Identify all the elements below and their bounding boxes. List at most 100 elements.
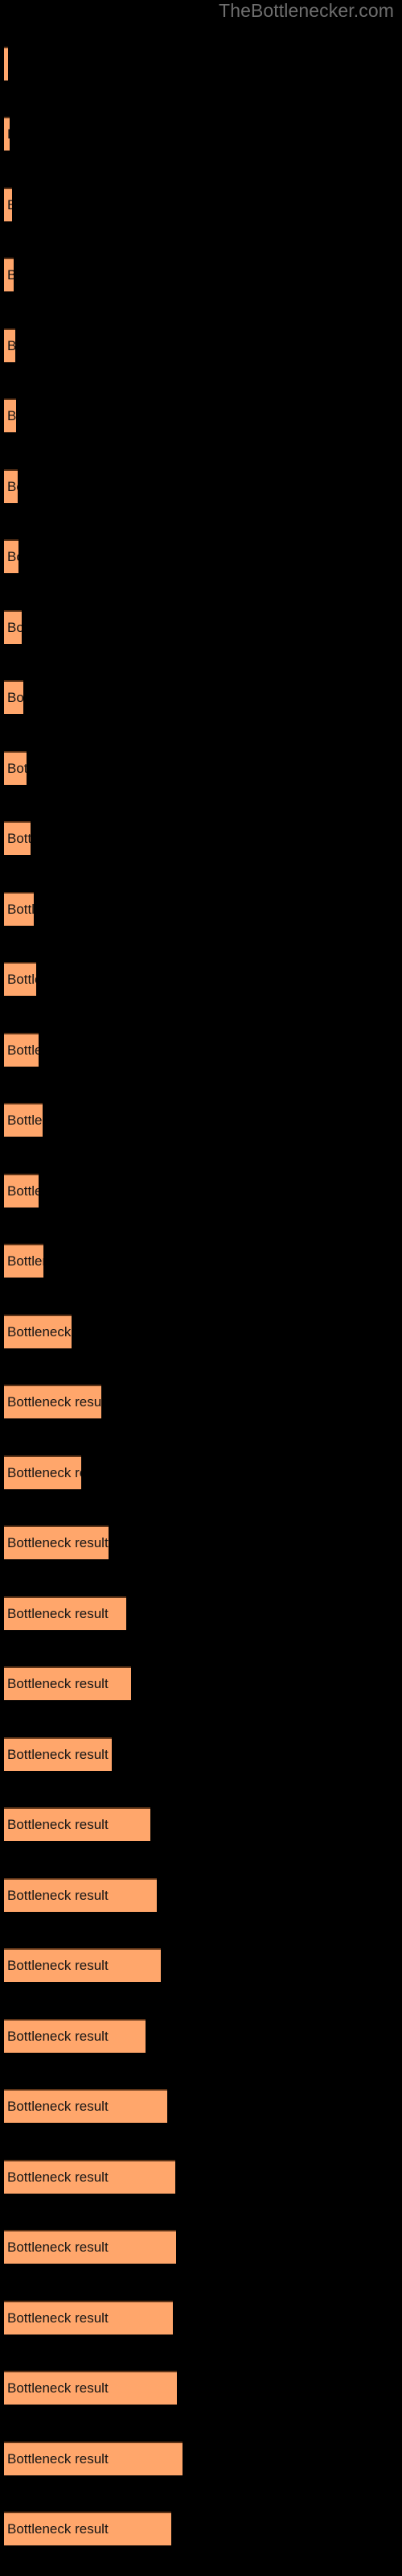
site-header: TheBottlenecker.com bbox=[0, 0, 402, 27]
bar[interactable]: Bottleneck result bbox=[4, 188, 12, 221]
bar-label: Bottleneck result bbox=[7, 2521, 109, 2537]
bar-label: Bottleneck result bbox=[7, 1747, 109, 1762]
page-root: TheBottlenecker.com Bottleneck resultBot… bbox=[0, 0, 402, 2576]
bar-row: Bottleneck result bbox=[0, 2442, 402, 2477]
bar-row: Bottleneck result bbox=[0, 117, 402, 152]
bar[interactable]: Bottleneck result bbox=[4, 539, 18, 573]
bar-label: Bottleneck result bbox=[7, 330, 15, 362]
bar-label: Bottleneck result bbox=[7, 189, 12, 221]
bar-row: Bottleneck result bbox=[0, 680, 402, 716]
bar-row: Bottleneck result bbox=[0, 1666, 402, 1702]
bar[interactable]: Bottleneck result bbox=[4, 1174, 39, 1208]
bar-row: Bottleneck result bbox=[0, 1737, 402, 1773]
bar[interactable]: Bottleneck result bbox=[4, 1948, 161, 1982]
bar-label: Bottleneck result bbox=[7, 549, 18, 564]
bar[interactable]: Bottleneck result bbox=[4, 1033, 39, 1067]
bar[interactable]: Bottleneck result bbox=[4, 328, 15, 362]
bar-label: Bottleneck result bbox=[7, 259, 14, 291]
bar[interactable]: Bottleneck result bbox=[4, 1103, 43, 1137]
bar-row: Bottleneck result bbox=[0, 1033, 402, 1068]
bar[interactable]: Bottleneck result bbox=[4, 1315, 72, 1348]
bar-row: Bottleneck result bbox=[0, 2230, 402, 2265]
bar[interactable]: Bottleneck result bbox=[4, 469, 18, 503]
bar[interactable]: Bottleneck result bbox=[4, 1455, 81, 1489]
bar-row: Bottleneck result bbox=[0, 962, 402, 997]
bar-label: Bottleneck result bbox=[7, 1606, 109, 1621]
bar[interactable]: Bottleneck result bbox=[4, 398, 16, 432]
bar[interactable]: Bottleneck result bbox=[4, 892, 34, 926]
bottleneck-results-bar-chart: Bottleneck result Bottleneck result Bottle… bbox=[0, 27, 402, 2576]
bar-label: Bottleneck result bbox=[7, 118, 10, 151]
bar[interactable]: Bottleneck result bbox=[4, 117, 10, 151]
bar-label: Bottleneck result bbox=[7, 831, 31, 846]
bar-row: Bottleneck result bbox=[0, 2301, 402, 2336]
bar-row: Bottleneck result bbox=[0, 2019, 402, 2054]
bar[interactable]: Bottleneck result bbox=[4, 2442, 183, 2475]
bar[interactable]: Bottleneck result bbox=[4, 1525, 109, 1559]
bar[interactable]: Bottleneck result bbox=[4, 962, 36, 996]
bar-row: Bottleneck result bbox=[0, 1174, 402, 1209]
bar-row: Bottleneck result bbox=[0, 610, 402, 646]
bar-row: Bottleneck result bbox=[0, 1525, 402, 1561]
bar[interactable]: Bottleneck result bbox=[4, 2160, 175, 2194]
bar[interactable]: Bottleneck result bbox=[4, 1878, 157, 1912]
bar[interactable]: Bottleneck result bbox=[4, 2301, 173, 2334]
bar-label: Bottleneck result bbox=[7, 48, 8, 80]
bar[interactable]: Bottleneck result bbox=[4, 821, 31, 855]
bar-label: Bottleneck result bbox=[7, 1183, 39, 1199]
bar-row: Bottleneck result bbox=[0, 1596, 402, 1632]
bar[interactable]: Bottleneck result bbox=[4, 1666, 131, 1700]
bar[interactable]: Bottleneck result bbox=[4, 2371, 177, 2405]
bar-label: Bottleneck result bbox=[7, 1113, 43, 1128]
bar-label: Bottleneck result bbox=[7, 1535, 109, 1550]
bar-label: Bottleneck result bbox=[7, 2169, 109, 2185]
bar-label: Bottleneck result bbox=[7, 2380, 109, 2396]
bar-label: Bottleneck result bbox=[7, 972, 36, 987]
bar-label: Bottleneck result bbox=[7, 620, 22, 635]
bar[interactable]: Bottleneck result bbox=[4, 751, 27, 785]
bar-row: Bottleneck result bbox=[0, 258, 402, 293]
bar-label: Bottleneck result bbox=[7, 1888, 109, 1903]
bar[interactable]: Bottleneck result bbox=[4, 1807, 150, 1841]
bar-row: Bottleneck result bbox=[0, 539, 402, 575]
bar-row: Bottleneck result bbox=[0, 1948, 402, 1984]
site-title: TheBottlenecker.com bbox=[219, 0, 394, 21]
bar-row: Bottleneck result bbox=[0, 1807, 402, 1843]
bar-label: Bottleneck result bbox=[7, 479, 18, 494]
bar[interactable]: Bottleneck result bbox=[4, 2512, 171, 2545]
bar[interactable]: Bottleneck result bbox=[4, 610, 22, 644]
bar-label: Bottleneck result bbox=[7, 761, 27, 776]
bar-label: Bottleneck result bbox=[7, 1958, 109, 1973]
bar-label: Bottleneck result bbox=[7, 902, 34, 917]
bar[interactable]: Bottleneck result bbox=[4, 2089, 167, 2123]
bar[interactable]: Bottleneck result bbox=[4, 680, 23, 714]
bar-row: Bottleneck result bbox=[0, 1103, 402, 1138]
bar-row: Bottleneck result bbox=[0, 1385, 402, 1420]
bar-label: Bottleneck result bbox=[7, 408, 16, 423]
bar-row: Bottleneck result bbox=[0, 2160, 402, 2195]
bar-label: Bottleneck result bbox=[7, 2310, 109, 2326]
bar-label: Bottleneck result bbox=[7, 1465, 81, 1480]
bar[interactable]: Bottleneck result bbox=[4, 258, 14, 291]
bar-row: Bottleneck result bbox=[0, 2371, 402, 2406]
bar-label: Bottleneck result bbox=[7, 1042, 39, 1058]
bar-label: Bottleneck result bbox=[7, 2451, 109, 2467]
bar-label: Bottleneck result bbox=[7, 1394, 101, 1410]
bar[interactable]: Bottleneck result bbox=[4, 1385, 101, 1418]
bar-label: Bottleneck result bbox=[7, 2029, 109, 2044]
bar-label: Bottleneck result bbox=[7, 1676, 109, 1691]
bar-row: Bottleneck result bbox=[0, 1315, 402, 1350]
bar[interactable]: Bottleneck result bbox=[4, 47, 8, 80]
bar[interactable]: Bottleneck result bbox=[4, 1596, 126, 1630]
bar-row: Bottleneck result bbox=[0, 328, 402, 364]
bar[interactable]: Bottleneck result bbox=[4, 2230, 176, 2264]
bar-row: Bottleneck result bbox=[0, 1244, 402, 1279]
bar[interactable]: Bottleneck result bbox=[4, 1737, 112, 1771]
bar-row: Bottleneck result bbox=[0, 2512, 402, 2547]
bar-row: Bottleneck result bbox=[0, 469, 402, 505]
bar-row: Bottleneck result bbox=[0, 398, 402, 434]
bar[interactable]: Bottleneck result bbox=[4, 1244, 43, 1278]
bar-row: Bottleneck result bbox=[0, 751, 402, 786]
bar-row: Bottleneck result bbox=[0, 892, 402, 927]
bar[interactable]: Bottleneck result bbox=[4, 2019, 146, 2053]
